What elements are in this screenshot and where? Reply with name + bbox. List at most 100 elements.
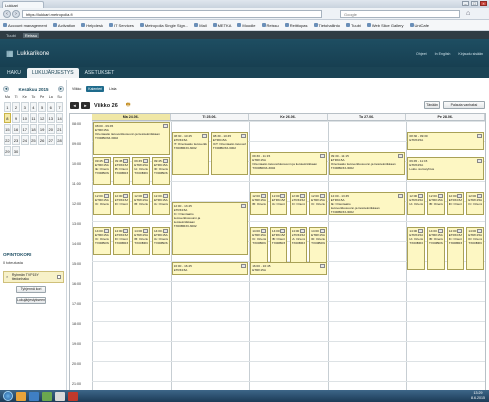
- schedule-event[interactable]: 08:30 - 10:45 ETRK15A IT: Orientaatio tiet…: [171, 132, 209, 175]
- header-link[interactable]: Ohjeet: [416, 52, 427, 56]
- calendar-day[interactable]: 4: [29, 101, 38, 112]
- bookmark-item[interactable]: Account management: [3, 23, 47, 28]
- event-info-icon[interactable]: [476, 134, 482, 138]
- course-checkbox[interactable]: [57, 275, 61, 279]
- start-icon[interactable]: [3, 391, 13, 401]
- calendar-day[interactable]: 25: [29, 134, 38, 145]
- calendar-day[interactable]: 22: [3, 134, 12, 145]
- close-icon[interactable]: ×: [480, 1, 487, 6]
- calendar-day[interactable]: 5: [38, 101, 46, 112]
- event-info-icon[interactable]: [457, 194, 463, 198]
- calendar-day[interactable]: 13: [46, 112, 55, 123]
- schedule-event[interactable]: 08:30 - 09:30 ETRK15A: [407, 132, 484, 150]
- event-info-icon[interactable]: [241, 264, 247, 268]
- schedule-event[interactable]: 12:00 - 13:45ETRK15AID: Orientaatio: [289, 192, 308, 215]
- schedule-event[interactable]: 12:00 - 13:45ETRK15AIC: Orientaatio: [466, 192, 484, 215]
- event-info-icon[interactable]: [103, 194, 109, 198]
- schedule-event[interactable]: 12:00 - 13:45ETRK15AIC: Orientaatio: [309, 192, 327, 215]
- taskbar-app-icon[interactable]: [16, 391, 26, 401]
- calendar-day[interactable]: 10: [20, 112, 29, 123]
- bookmark-item[interactable]: Reissu: [261, 23, 279, 28]
- event-info-icon[interactable]: [300, 229, 306, 233]
- event-info-icon[interactable]: [319, 264, 325, 268]
- restore-button[interactable]: Palauta vanhaksi: [443, 101, 485, 109]
- schedule-event[interactable]: 14:00 - 15:45ETRK15AIB: OrientaatioTX00B…: [427, 227, 445, 270]
- calendar-day[interactable]: 27: [46, 134, 55, 145]
- event-info-icon[interactable]: [300, 194, 306, 198]
- maximize-icon[interactable]: □: [471, 1, 478, 6]
- minimize-icon[interactable]: –: [462, 1, 469, 6]
- bookmark-item[interactable]: UniCafe: [409, 23, 429, 28]
- bookmark-item[interactable]: Moodle: [237, 23, 256, 28]
- bookmark-item[interactable]: Metropolia Single Sign...: [139, 23, 188, 28]
- schedule-event[interactable]: 14:00 - 15:45ETRK15AIA: OrientaatioTX00B…: [151, 227, 170, 255]
- event-info-icon[interactable]: [280, 194, 286, 198]
- remove-icon[interactable]: ×: [6, 275, 10, 279]
- schedule-event[interactable]: 09:30 - 11:15 ETRK15A Orientaatio tietover…: [250, 152, 327, 175]
- event-info-icon[interactable]: [476, 159, 482, 163]
- view-tab[interactable]: Lista: [107, 86, 118, 92]
- bookmark-item[interactable]: Activation: [52, 23, 75, 28]
- event-info-icon[interactable]: [201, 134, 207, 138]
- calendar-day[interactable]: 8: [3, 112, 12, 123]
- calendar-day[interactable]: 1: [3, 101, 12, 112]
- top-strip-link[interactable]: Tuubi: [4, 33, 18, 38]
- calendar-day[interactable]: 26: [38, 134, 46, 145]
- event-info-icon[interactable]: [476, 194, 482, 198]
- calendar-day[interactable]: 7: [55, 101, 64, 112]
- schedule-event[interactable]: 14:00 - 15:45ETRK15AIB: OrientaatioTX00B…: [132, 227, 150, 255]
- schedule-event[interactable]: 12:00 - 13:45ETRK15AIB: Orientaatio: [132, 192, 150, 215]
- bookmark-item[interactable]: Web Slice Gallery: [366, 23, 404, 28]
- schedule-event[interactable]: 09:30 - 11:15 ETRK15A Orientaatio tietover…: [328, 152, 406, 175]
- calendar-day[interactable]: 29: [3, 145, 12, 156]
- schedule-event[interactable]: 09:45 - 11:15ETRK15AIE: OrientaatioTX00B…: [93, 157, 111, 185]
- nav-tab[interactable]: ASETUKSET: [80, 68, 120, 78]
- taskbar-app-icon[interactable]: [68, 391, 78, 401]
- event-info-icon[interactable]: [260, 194, 266, 198]
- schedule-event[interactable]: 09:45 - 11:15ETRK15AIB: OrientaatioTX00B…: [112, 157, 131, 185]
- schedule-event[interactable]: 09:45 - 11:15ETRK15AID: OrientaatioTX00B…: [151, 157, 170, 185]
- calendar-day[interactable]: 6: [46, 101, 55, 112]
- calendar-day[interactable]: 23: [12, 134, 20, 145]
- schedule-event[interactable]: 12:00 - 13:45ETRK15AIB: Orientaatio: [427, 192, 445, 215]
- calendar-day[interactable]: 17: [20, 123, 29, 134]
- schedule-event[interactable]: 14:00 - 15:45ETRK15AID: OrientaatioTX00B…: [466, 227, 484, 270]
- event-info-icon[interactable]: [162, 124, 168, 128]
- event-info-icon[interactable]: [437, 229, 443, 233]
- schedule-event[interactable]: 12:00 - 13:45 ETRK15A IC: Orientaatio tieto…: [171, 202, 249, 255]
- event-info-icon[interactable]: [260, 229, 266, 233]
- bookmark-item[interactable]: IT Services: [108, 23, 134, 28]
- basket-course-item[interactable]: × Ryhmän TVP15Y tiedonhaku: [3, 271, 64, 283]
- bookmark-item[interactable]: Tietohallinto: [313, 23, 340, 28]
- event-info-icon[interactable]: [241, 204, 247, 208]
- taskbar-app-icon[interactable]: [29, 391, 39, 401]
- event-info-icon[interactable]: [123, 159, 129, 163]
- forward-icon[interactable]: ›: [12, 10, 20, 18]
- nav-tab[interactable]: HAKU: [2, 68, 26, 78]
- browser-tab[interactable]: Lukkari: [2, 1, 44, 8]
- event-info-icon[interactable]: [319, 154, 325, 158]
- event-info-icon[interactable]: [123, 229, 129, 233]
- taskbar-app-icon[interactable]: [55, 391, 65, 401]
- schedule-event[interactable]: 12:00 - 13:45ETRK15AIB: Orientaatio: [250, 192, 268, 215]
- bookmark-item[interactable]: Reittiopas: [284, 23, 308, 28]
- event-info-icon[interactable]: [398, 194, 404, 198]
- event-info-icon[interactable]: [142, 229, 148, 233]
- next-month-button[interactable]: ►: [58, 86, 64, 92]
- calendar-day[interactable]: 20: [46, 123, 55, 134]
- event-info-icon[interactable]: [162, 159, 168, 163]
- event-info-icon[interactable]: [162, 194, 168, 198]
- header-link[interactable]: Kirjaudu sisään: [458, 52, 483, 56]
- event-info-icon[interactable]: [142, 194, 148, 198]
- header-link[interactable]: In English: [435, 52, 451, 56]
- next-week-button[interactable]: ►: [81, 102, 90, 109]
- calendar-day[interactable]: 12: [38, 112, 46, 123]
- event-info-icon[interactable]: [319, 194, 325, 198]
- schedule-event[interactable]: 12:00 - 13:45ETRK15AIA: Orientaatio: [269, 192, 288, 215]
- schedule-event[interactable]: 12:00 - 13:45 ETRK15A IE: Orientaatio tieto…: [328, 192, 406, 215]
- view-tab[interactable]: Viikko: [70, 86, 83, 92]
- calendar-day[interactable]: 19: [38, 123, 46, 134]
- calendar-day[interactable]: 2: [12, 101, 20, 112]
- event-info-icon[interactable]: [476, 229, 482, 233]
- schedule-event[interactable]: 14:00 - 15:45ETRK15AIC: OrientaatioTX00B…: [93, 227, 111, 255]
